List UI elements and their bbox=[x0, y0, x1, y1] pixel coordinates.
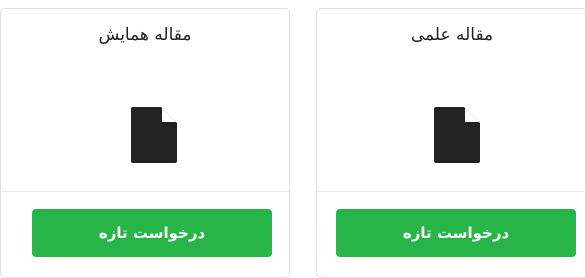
card-title: مقاله علمی bbox=[410, 25, 494, 45]
new-request-button[interactable]: درخواست تازه bbox=[32, 209, 272, 257]
new-request-button[interactable]: درخواست تازه bbox=[336, 209, 576, 257]
document-icon bbox=[434, 107, 480, 163]
card-title: مقاله همایش bbox=[98, 25, 192, 45]
card-divider bbox=[317, 191, 585, 192]
card-conference-paper: مقاله همایش درخواست تازه bbox=[0, 8, 290, 278]
card-scientific-paper: مقاله علمی درخواست تازه bbox=[316, 8, 585, 278]
document-icon bbox=[131, 107, 177, 163]
card-divider bbox=[1, 191, 289, 192]
